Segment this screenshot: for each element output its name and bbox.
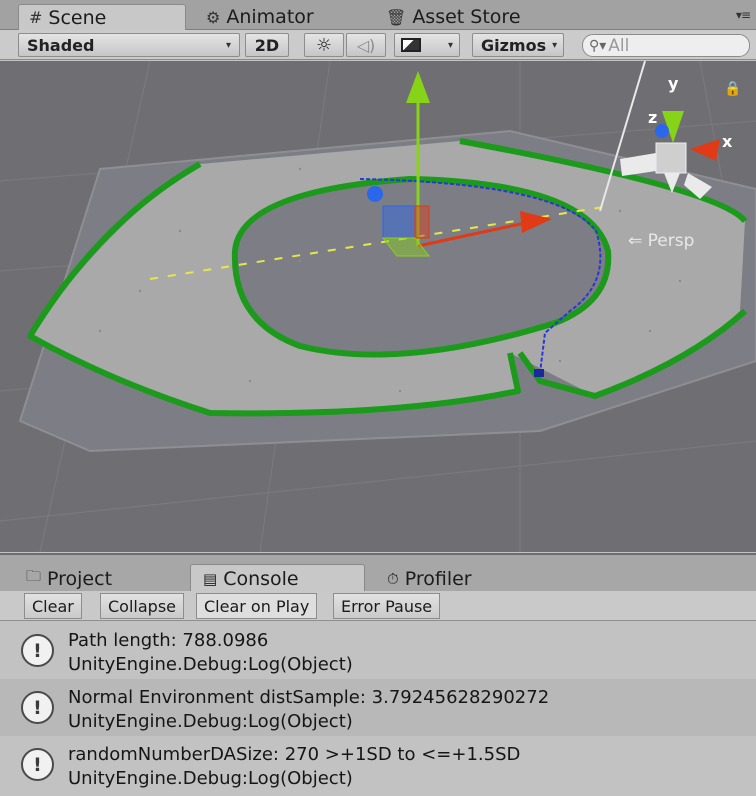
clear-button-label: Clear (32, 596, 74, 616)
folder-icon: 🗀 (26, 567, 42, 585)
chevron-down-icon: ▾ (447, 39, 453, 51)
sun-icon: ☼ (315, 34, 333, 56)
log-entry[interactable]: ! randomNumberDASize: 270 >+1SD to <=+1.… (0, 736, 756, 793)
scene-search-input[interactable]: ⚲▾ All (582, 34, 750, 57)
lock-icon[interactable]: 🔒 (724, 81, 741, 97)
console-icon: ▤ (203, 570, 218, 588)
scene-lighting-button[interactable]: ☼ (304, 33, 344, 57)
tab-console-label: Console (223, 568, 299, 590)
stopwatch-icon: ⏱ (387, 569, 399, 588)
log-entry[interactable]: ! Normal Environment distSample: 3.79245… (0, 679, 756, 736)
error-pause-label: Error Pause (341, 596, 433, 616)
tab-menu-icon[interactable]: ▾≡ (736, 8, 751, 22)
log-entry[interactable]: ! Path length: 788.0986 UnityEngine.Debu… (0, 622, 756, 679)
asset-store-icon: 🗑 (386, 7, 407, 27)
log-stack: UnityEngine.Debug:Log(Object) (68, 768, 353, 789)
gizmos-dropdown[interactable]: Gizmos ▾ (472, 33, 564, 57)
log-stack: UnityEngine.Debug:Log(Object) (68, 711, 353, 732)
clear-on-play-toggle[interactable]: Clear on Play (196, 593, 318, 619)
speaker-icon: ◁) (356, 35, 376, 55)
search-placeholder: All (608, 35, 630, 56)
info-icon: ! (21, 691, 54, 724)
tab-profiler[interactable]: ⏱ Profiler (375, 564, 484, 593)
gizmos-label: Gizmos (481, 35, 547, 55)
camera-mode-text: Persp (647, 231, 695, 251)
log-message: randomNumberDASize: 270 >+1SD to <=+1.5S… (68, 744, 521, 765)
tab-animator-label: Animator (226, 6, 314, 28)
log-message: Path length: 788.0986 (68, 630, 269, 651)
tab-project-label: Project (47, 567, 113, 590)
image-icon (401, 38, 421, 52)
clear-on-play-label: Clear on Play (204, 596, 310, 616)
tab-project[interactable]: 🗀 Project (14, 564, 124, 593)
animator-icon: ⚙ (206, 7, 221, 27)
svg-text:x: x (722, 132, 733, 151)
svg-text:y: y (668, 74, 679, 93)
collapse-button-label: Collapse (108, 596, 176, 616)
log-stack: UnityEngine.Debug:Log(Object) (68, 654, 353, 675)
2d-toggle-button[interactable]: 2D (245, 33, 289, 57)
draw-mode-label: Shaded (27, 35, 95, 55)
tab-asset-store[interactable]: 🗑 Asset Store (376, 4, 531, 30)
tab-console[interactable]: ▤ Console (190, 564, 365, 593)
tab-scene[interactable]: # Scene (18, 4, 186, 30)
tab-asset-store-label: Asset Store (412, 6, 521, 28)
draw-mode-dropdown[interactable]: Shaded ▾ (18, 33, 240, 57)
tab-profiler-label: Profiler (404, 567, 472, 590)
scene-audio-button[interactable]: ◁) (346, 33, 386, 57)
editor-tab-bar: # Scene ⚙ Animator 🗑 Asset Store ▾≡ (0, 0, 756, 30)
chevron-down-icon: ▾ (552, 39, 558, 51)
collapse-button[interactable]: Collapse (100, 593, 184, 619)
scene-render: y z x (0, 61, 756, 552)
search-icon: ⚲▾ (589, 37, 607, 54)
info-icon: ! (21, 748, 54, 781)
console-toolbar: Clear Collapse Clear on Play Error Pause (0, 591, 756, 621)
agent-marker (534, 369, 544, 377)
tab-scene-label: Scene (48, 6, 107, 29)
scene-grid-icon: # (29, 8, 43, 27)
console-log[interactable]: ! Path length: 788.0986 UnityEngine.Debu… (0, 622, 756, 796)
arrow-left-icon: ⇐ (628, 231, 643, 251)
error-pause-toggle[interactable]: Error Pause (333, 593, 441, 619)
scene-toolbar: Shaded ▾ 2D ☼ ◁) ▾ Gizmos ▾ ⚲▾ All (0, 30, 756, 60)
log-message: Normal Environment distSample: 3.7924562… (68, 687, 550, 708)
tab-animator[interactable]: ⚙ Animator (196, 4, 324, 30)
2d-toggle-label: 2D (254, 35, 280, 55)
camera-mode-label[interactable]: ⇐ Persp (628, 231, 694, 251)
bottom-tab-bar: 🗀 Project ▤ Console ⏱ Profiler (0, 553, 756, 593)
info-icon: ! (21, 634, 54, 667)
scene-effects-dropdown[interactable]: ▾ (394, 33, 460, 57)
scene-viewport[interactable]: y z x ⇐ Persp 🔒 (0, 61, 756, 552)
chevron-down-icon: ▾ (225, 39, 231, 51)
clear-button[interactable]: Clear (24, 593, 82, 619)
svg-text:z: z (648, 108, 657, 127)
